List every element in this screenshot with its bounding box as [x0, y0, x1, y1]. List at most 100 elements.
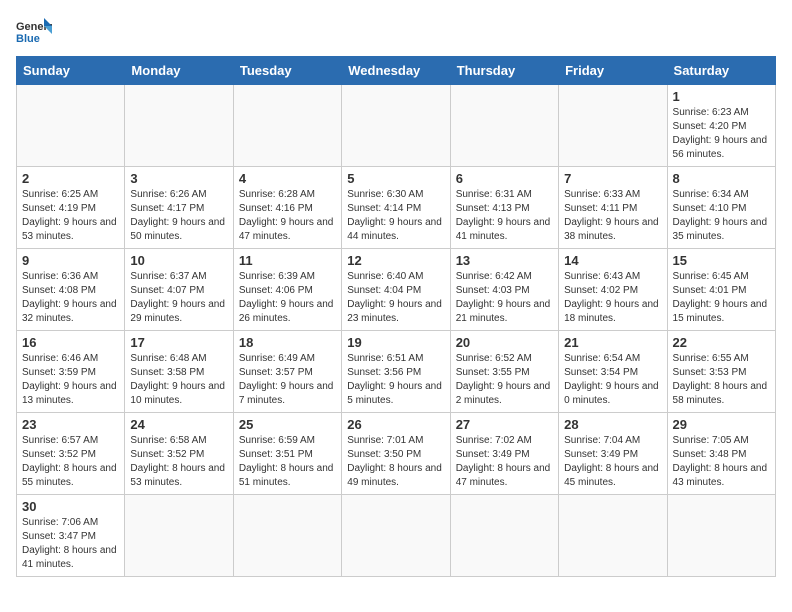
calendar-cell: 5 Sunrise: 6:30 AM Sunset: 4:14 PM Daylig…	[342, 167, 450, 249]
weekday-header-monday: Monday	[125, 57, 233, 85]
day-info: Sunrise: 6:33 AM Sunset: 4:11 PM Dayligh…	[564, 188, 661, 244]
day-info: Sunrise: 6:40 AM Sunset: 4:04 PM Dayligh…	[347, 270, 444, 326]
calendar-cell: 26Sunrise: 7:01 AM Sunset: 3:50 PM Dayli…	[342, 413, 450, 495]
day-info: Sunrise: 7:05 AM Sunset: 3:48 PM Dayligh…	[673, 434, 770, 490]
day-number: 28	[564, 417, 661, 432]
calendar-cell: 28 Sunrise: 7:04 AM Sunset: 3:49 PM Dayli…	[559, 413, 667, 495]
svg-text:Blue: Blue	[16, 33, 40, 45]
day-info: Sunrise: 6:25 AM Sunset: 4:19 PM Dayligh…	[22, 188, 119, 244]
calendar-cell: 14Sunrise: 6:43 AM Sunset: 4:02 PM Dayli…	[559, 249, 667, 331]
calendar-cell	[125, 85, 233, 167]
day-info: Sunrise: 6:23 AM Sunset: 4:20 PM Dayligh…	[673, 106, 770, 162]
day-number: 12	[347, 253, 444, 268]
calendar-cell	[233, 85, 341, 167]
day-number: 5	[347, 171, 444, 186]
day-info: Sunrise: 7:06 AM Sunset: 3:47 PM Dayligh…	[22, 516, 119, 572]
calendar-cell	[450, 85, 558, 167]
calendar-week-row: 1 Sunrise: 6:23 AM Sunset: 4:20 PM Daylig…	[17, 85, 776, 167]
calendar-header-row: SundayMondayTuesdayWednesdayThursdayFrid…	[17, 57, 776, 85]
day-number: 23	[22, 417, 119, 432]
logo: General Blue	[16, 16, 52, 46]
day-number: 4	[239, 171, 336, 186]
day-number: 29	[673, 417, 770, 432]
day-number: 15	[673, 253, 770, 268]
calendar-cell: 17 Sunrise: 6:48 AM Sunset: 3:58 PM Dayli…	[125, 331, 233, 413]
calendar-cell: 22Sunrise: 6:55 AM Sunset: 3:53 PM Dayli…	[667, 331, 775, 413]
day-number: 10	[130, 253, 227, 268]
day-info: Sunrise: 6:49 AM Sunset: 3:57 PM Dayligh…	[239, 352, 336, 408]
day-number: 19	[347, 335, 444, 350]
calendar-cell	[559, 495, 667, 577]
day-number: 16	[22, 335, 119, 350]
day-number: 9	[22, 253, 119, 268]
calendar-cell: 30 Sunrise: 7:06 AM Sunset: 3:47 PM Dayli…	[17, 495, 125, 577]
day-info: Sunrise: 6:26 AM Sunset: 4:17 PM Dayligh…	[130, 188, 227, 244]
weekday-header-tuesday: Tuesday	[233, 57, 341, 85]
calendar-cell	[559, 85, 667, 167]
calendar-cell: 21Sunrise: 6:54 AM Sunset: 3:54 PM Dayli…	[559, 331, 667, 413]
day-info: Sunrise: 6:45 AM Sunset: 4:01 PM Dayligh…	[673, 270, 770, 326]
day-number: 1	[673, 89, 770, 104]
calendar-cell: 29 Sunrise: 7:05 AM Sunset: 3:48 PM Dayli…	[667, 413, 775, 495]
calendar-cell: 19 Sunrise: 6:51 AM Sunset: 3:56 PM Dayli…	[342, 331, 450, 413]
day-number: 30	[22, 499, 119, 514]
day-info: Sunrise: 6:51 AM Sunset: 3:56 PM Dayligh…	[347, 352, 444, 408]
calendar-cell: 13Sunrise: 6:42 AM Sunset: 4:03 PM Dayli…	[450, 249, 558, 331]
day-number: 25	[239, 417, 336, 432]
day-info: Sunrise: 7:02 AM Sunset: 3:49 PM Dayligh…	[456, 434, 553, 490]
day-info: Sunrise: 6:48 AM Sunset: 3:58 PM Dayligh…	[130, 352, 227, 408]
day-info: Sunrise: 6:46 AM Sunset: 3:59 PM Dayligh…	[22, 352, 119, 408]
calendar-cell	[450, 495, 558, 577]
day-info: Sunrise: 7:04 AM Sunset: 3:49 PM Dayligh…	[564, 434, 661, 490]
day-number: 14	[564, 253, 661, 268]
day-info: Sunrise: 6:42 AM Sunset: 4:03 PM Dayligh…	[456, 270, 553, 326]
day-number: 17	[130, 335, 227, 350]
calendar-cell: 9Sunrise: 6:36 AM Sunset: 4:08 PM Daylig…	[17, 249, 125, 331]
calendar-cell: 15 Sunrise: 6:45 AM Sunset: 4:01 PM Dayli…	[667, 249, 775, 331]
day-number: 8	[673, 171, 770, 186]
day-number: 7	[564, 171, 661, 186]
calendar-cell: 18 Sunrise: 6:49 AM Sunset: 3:57 PM Dayli…	[233, 331, 341, 413]
calendar-week-row: 16 Sunrise: 6:46 AM Sunset: 3:59 PM Dayli…	[17, 331, 776, 413]
calendar-cell	[17, 85, 125, 167]
day-number: 11	[239, 253, 336, 268]
weekday-header-wednesday: Wednesday	[342, 57, 450, 85]
calendar-cell: 2 Sunrise: 6:25 AM Sunset: 4:19 PM Daylig…	[17, 167, 125, 249]
calendar-cell: 27Sunrise: 7:02 AM Sunset: 3:49 PM Dayli…	[450, 413, 558, 495]
weekday-header-thursday: Thursday	[450, 57, 558, 85]
day-info: Sunrise: 6:55 AM Sunset: 3:53 PM Dayligh…	[673, 352, 770, 408]
calendar-cell: 6 Sunrise: 6:31 AM Sunset: 4:13 PM Daylig…	[450, 167, 558, 249]
calendar-cell: 24 Sunrise: 6:58 AM Sunset: 3:52 PM Dayli…	[125, 413, 233, 495]
day-number: 2	[22, 171, 119, 186]
calendar-cell: 16 Sunrise: 6:46 AM Sunset: 3:59 PM Dayli…	[17, 331, 125, 413]
day-number: 3	[130, 171, 227, 186]
day-number: 26	[347, 417, 444, 432]
day-number: 20	[456, 335, 553, 350]
day-info: Sunrise: 6:28 AM Sunset: 4:16 PM Dayligh…	[239, 188, 336, 244]
calendar-cell: 10Sunrise: 6:37 AM Sunset: 4:07 PM Dayli…	[125, 249, 233, 331]
calendar-cell: 1 Sunrise: 6:23 AM Sunset: 4:20 PM Daylig…	[667, 85, 775, 167]
page-header: General Blue	[16, 16, 776, 46]
calendar-week-row: 30 Sunrise: 7:06 AM Sunset: 3:47 PM Dayli…	[17, 495, 776, 577]
calendar-cell: 11Sunrise: 6:39 AM Sunset: 4:06 PM Dayli…	[233, 249, 341, 331]
calendar-cell: 20Sunrise: 6:52 AM Sunset: 3:55 PM Dayli…	[450, 331, 558, 413]
calendar-cell: 4 Sunrise: 6:28 AM Sunset: 4:16 PM Daylig…	[233, 167, 341, 249]
calendar-cell	[342, 85, 450, 167]
day-info: Sunrise: 6:30 AM Sunset: 4:14 PM Dayligh…	[347, 188, 444, 244]
day-info: Sunrise: 6:57 AM Sunset: 3:52 PM Dayligh…	[22, 434, 119, 490]
calendar-table: SundayMondayTuesdayWednesdayThursdayFrid…	[16, 56, 776, 577]
calendar-cell	[233, 495, 341, 577]
day-number: 24	[130, 417, 227, 432]
calendar-cell	[667, 495, 775, 577]
day-info: Sunrise: 6:34 AM Sunset: 4:10 PM Dayligh…	[673, 188, 770, 244]
day-info: Sunrise: 6:58 AM Sunset: 3:52 PM Dayligh…	[130, 434, 227, 490]
day-number: 18	[239, 335, 336, 350]
calendar-cell: 7 Sunrise: 6:33 AM Sunset: 4:11 PM Daylig…	[559, 167, 667, 249]
day-number: 21	[564, 335, 661, 350]
calendar-cell: 23 Sunrise: 6:57 AM Sunset: 3:52 PM Dayli…	[17, 413, 125, 495]
day-number: 6	[456, 171, 553, 186]
day-info: Sunrise: 6:59 AM Sunset: 3:51 PM Dayligh…	[239, 434, 336, 490]
day-info: Sunrise: 6:31 AM Sunset: 4:13 PM Dayligh…	[456, 188, 553, 244]
calendar-week-row: 23 Sunrise: 6:57 AM Sunset: 3:52 PM Dayli…	[17, 413, 776, 495]
calendar-cell	[125, 495, 233, 577]
